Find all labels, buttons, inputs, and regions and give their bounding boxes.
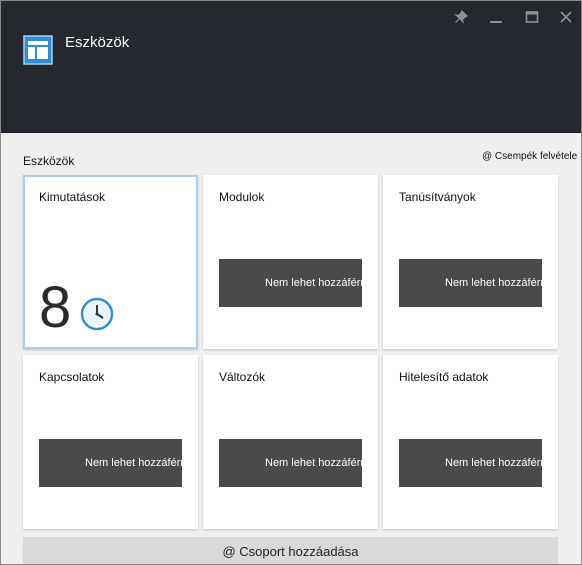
tile-title: Kapcsolatok bbox=[39, 370, 105, 384]
unavailable-notice: Nem lehet hozzáférni bbox=[219, 439, 362, 487]
blade-title: Eszközök bbox=[65, 34, 130, 51]
maximize-icon[interactable] bbox=[522, 7, 542, 27]
tools-icon bbox=[23, 35, 53, 65]
tile-title: Tanúsítványok bbox=[399, 190, 476, 204]
close-icon[interactable] bbox=[556, 7, 576, 27]
blade-header: Eszközök bbox=[1, 1, 581, 133]
tile-credentials[interactable]: Hitelesítő adatok Nem lehet hozzáférni bbox=[383, 355, 558, 529]
tile-runbooks[interactable]: Kimutatások 8 bbox=[23, 175, 198, 349]
unavailable-notice: Nem lehet hozzáférni bbox=[399, 439, 542, 487]
tile-title: Hitelesítő adatok bbox=[399, 370, 489, 384]
unavailable-notice: Nem lehet hozzáférni bbox=[219, 259, 362, 307]
tile-title: Változók bbox=[219, 370, 266, 384]
tile-count: 8 bbox=[39, 275, 72, 340]
tools-blade: Eszközök Eszközök @ Csempék felvétele Ki… bbox=[0, 0, 582, 565]
tile-title: Kimutatások bbox=[39, 190, 106, 204]
tile-title: Modulok bbox=[219, 190, 265, 204]
unavailable-notice: Nem lehet hozzáférni bbox=[399, 259, 542, 307]
tile-variables[interactable]: Változók Nem lehet hozzáférni bbox=[203, 355, 378, 529]
pin-icon[interactable] bbox=[451, 7, 471, 27]
tile-modules[interactable]: Modulok Nem lehet hozzáférni bbox=[203, 175, 378, 349]
tile-connections[interactable]: Kapcsolatok Nem lehet hozzáférni bbox=[23, 355, 198, 529]
tile-certificates[interactable]: Tanúsítványok Nem lehet hozzáférni bbox=[383, 175, 558, 349]
unavailable-notice: Nem lehet hozzáférni bbox=[39, 439, 182, 487]
clock-icon bbox=[80, 297, 114, 331]
add-tiles-link[interactable]: @ Csempék felvétele bbox=[482, 151, 577, 162]
add-group-button[interactable]: @ Csoport hozzáadása bbox=[23, 537, 558, 564]
minimize-icon[interactable] bbox=[486, 7, 506, 27]
section-title: Eszközök bbox=[23, 154, 75, 168]
